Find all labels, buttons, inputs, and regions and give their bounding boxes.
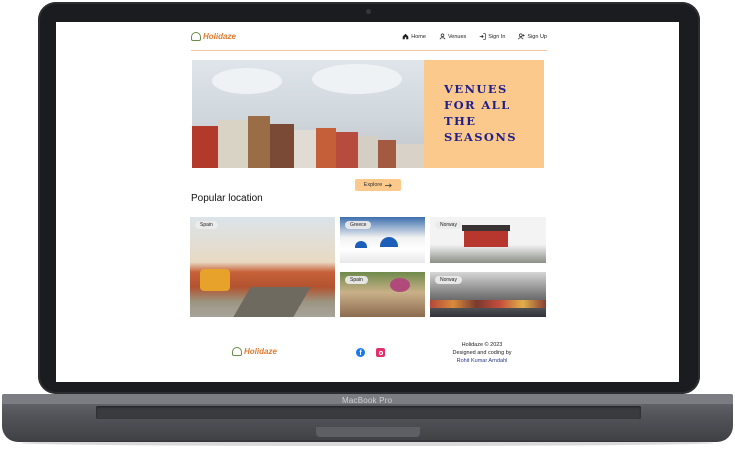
location-tag: Spain (195, 221, 218, 229)
nav-sign-in-label: Sign In (488, 33, 506, 40)
arrow-right-icon (385, 182, 393, 188)
keyboard-slot (96, 406, 641, 419)
location-tag: Spain (345, 276, 368, 284)
hero-line-1: VENUES (444, 82, 508, 96)
hero-line-4: SEASONS (444, 130, 517, 144)
location-card-norway-house[interactable]: Norway (430, 217, 546, 263)
laptop-screen: Holidaze Home Venues Sign In Sign Up VEN… (56, 22, 679, 382)
footer-copyright: Holidaze © 2023 (461, 342, 503, 348)
hero-image (192, 60, 424, 168)
header-logo[interactable]: Holidaze (191, 32, 236, 41)
device-brand-label: MacBook Pro (342, 396, 393, 405)
location-card-greece[interactable]: Greece (340, 217, 425, 263)
explore-label: Explore (363, 182, 383, 188)
hero-line-3: THE (444, 114, 477, 128)
nav-sign-up-label: Sign Up (527, 33, 547, 40)
footer-logo[interactable]: Holidaze (232, 347, 277, 356)
laptop-shadow (20, 440, 715, 446)
location-tag: Greece (345, 221, 372, 229)
footer-author: Rohit Kumar Arndahl (456, 358, 508, 364)
nav-home-label: Home (411, 33, 426, 40)
footer-designed-by: Designed and coding by (452, 350, 512, 356)
explore-button[interactable]: Explore (355, 179, 401, 191)
facebook-icon[interactable]: f (356, 348, 365, 357)
laptop-mockup: Holidaze Home Venues Sign In Sign Up VEN… (0, 0, 735, 449)
home-icon (402, 33, 409, 40)
laptop-notch (316, 427, 420, 437)
nav-home[interactable]: Home (402, 33, 426, 40)
location-card-norway-harbor[interactable]: Norway (430, 272, 546, 317)
location-tag: Norway (435, 276, 462, 284)
instagram-icon[interactable] (376, 348, 385, 357)
hero-headline: VENUES FOR ALL THE SEASONS (444, 81, 517, 145)
footer-info: Holidaze © 2023 Designed and coding by R… (436, 341, 528, 365)
user-plus-icon (518, 33, 526, 40)
nav-sign-up[interactable]: Sign Up (518, 33, 547, 40)
nav-venues-label: Venues (447, 33, 467, 40)
webcam (366, 9, 371, 14)
hero-line-2: FOR ALL (444, 98, 511, 112)
footer-logo-text: Holidaze (244, 347, 277, 356)
navbar: Holidaze Home Venues Sign In Sign Up (191, 30, 547, 48)
location-card-spain-large[interactable]: Spain (190, 217, 335, 317)
nav-divider (191, 50, 547, 51)
logo-icon (232, 347, 242, 356)
nav-venues[interactable]: Venues (439, 33, 466, 40)
nav-menu: Home Venues Sign In Sign Up (402, 33, 547, 40)
location-tag: Norway (435, 221, 462, 229)
user-icon (439, 33, 446, 40)
nav-sign-in[interactable]: Sign In (479, 33, 505, 40)
sign-in-icon (479, 33, 486, 40)
logo-icon (191, 32, 201, 41)
location-card-spain-small[interactable]: Spain (340, 272, 425, 317)
logo-text: Holidaze (203, 32, 236, 41)
section-title: Popular location (191, 193, 263, 204)
hero-text-panel: VENUES FOR ALL THE SEASONS (424, 60, 544, 168)
hero-banner: VENUES FOR ALL THE SEASONS (192, 60, 544, 168)
